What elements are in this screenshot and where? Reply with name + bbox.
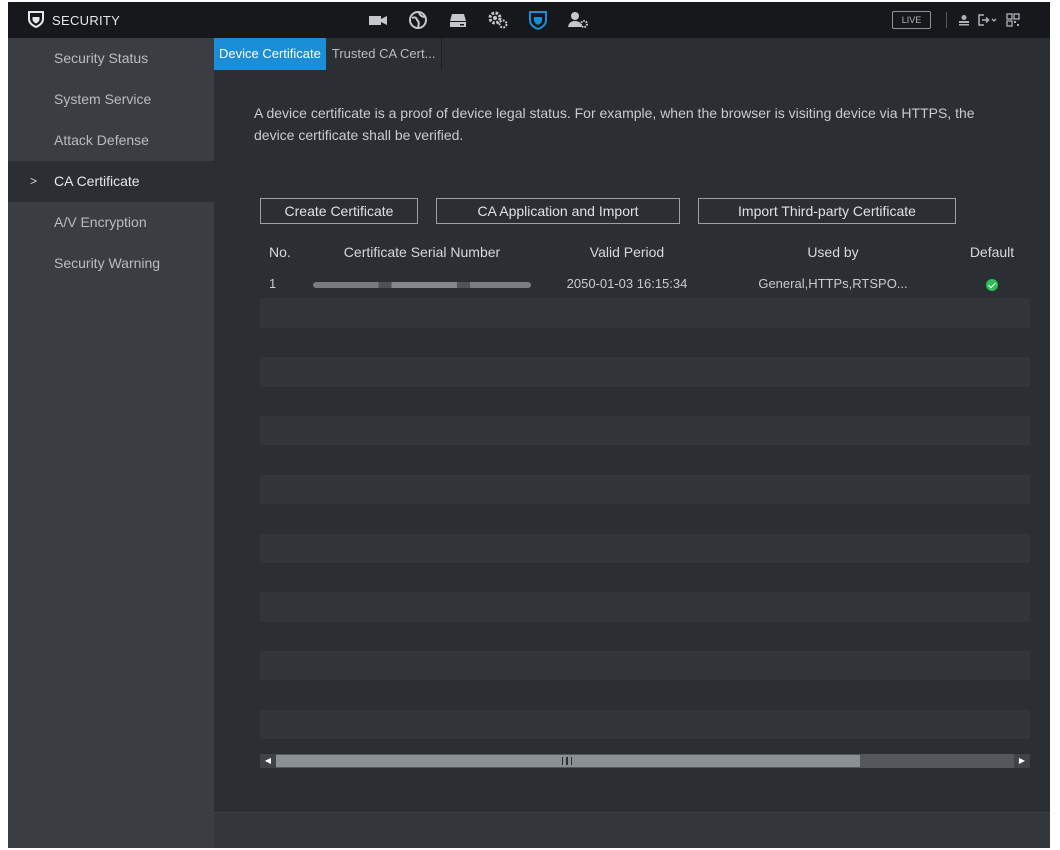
- description-text: A device certificate is a proof of devic…: [254, 105, 975, 143]
- tab-device-certificate[interactable]: Device Certificate: [214, 38, 326, 70]
- sidebar-item-security-warning[interactable]: Security Warning: [8, 243, 214, 284]
- default-check-icon: [986, 278, 998, 291]
- security-icon[interactable]: [518, 2, 558, 38]
- scroll-right-arrow-icon[interactable]: ▶: [1014, 754, 1030, 768]
- brand: SECURITY: [8, 2, 214, 38]
- column-header-valid-period: Valid Period: [589, 244, 665, 260]
- sidebar-item-label: CA Certificate: [54, 173, 140, 189]
- table-header: No. Certificate Serial Number Valid Peri…: [260, 235, 1030, 269]
- security-shield-icon: [28, 10, 44, 33]
- cell-no: 1: [269, 276, 277, 292]
- camera-icon[interactable]: [358, 2, 398, 38]
- cell-serial-masked: [302, 276, 542, 291]
- top-bar: SECURITY LIVE: [8, 2, 1050, 38]
- masked-serial-number: [313, 281, 531, 288]
- storage-icon[interactable]: [438, 2, 478, 38]
- sidebar-item-label: A/V Encryption: [54, 214, 147, 230]
- table-row-empty: [260, 357, 1030, 387]
- live-button[interactable]: LIVE: [892, 11, 931, 29]
- system-settings-icon[interactable]: [478, 2, 518, 38]
- footer-bar: [214, 812, 1050, 848]
- qr-code-icon[interactable]: [1006, 2, 1020, 38]
- system-icons: [958, 2, 1020, 38]
- divider: [946, 12, 947, 28]
- column-header-default: Default: [969, 244, 1015, 260]
- table-row-empty: [260, 474, 1030, 505]
- sidebar-item-av-encryption[interactable]: A/V Encryption: [8, 202, 214, 243]
- user-icon[interactable]: [958, 2, 970, 38]
- table-row-empty: [260, 386, 1030, 416]
- tab-trusted-ca-certificate[interactable]: Trusted CA Cert...: [325, 38, 443, 70]
- column-header-serial: Certificate Serial Number: [343, 244, 501, 260]
- page-title: SECURITY: [52, 12, 121, 28]
- table-row-empty: [260, 327, 1030, 358]
- app-window: SECURITY LIVE Security Status System Ser…: [8, 2, 1050, 848]
- table-row-empty: [260, 562, 1030, 593]
- logout-icon[interactable]: [978, 2, 998, 38]
- table-row-empty: [260, 504, 1030, 534]
- table-row-empty: [260, 592, 1030, 622]
- cell-used-by: General,HTTPs,RTSPO...: [758, 276, 908, 292]
- table-row-empty: [260, 533, 1030, 563]
- sidebar-item-security-status[interactable]: Security Status: [8, 38, 214, 79]
- cell-valid-period: 2050-01-03 16:15:34: [566, 276, 688, 292]
- action-buttons: Create Certificate CA Application and Im…: [260, 198, 956, 224]
- table-row-empty: [260, 415, 1030, 446]
- table-row-empty: [260, 651, 1030, 681]
- cell-default: [954, 276, 1030, 291]
- table-row-empty: [260, 680, 1030, 710]
- table-row-empty: [260, 709, 1030, 740]
- module-icons: [358, 2, 598, 38]
- scroll-left-arrow-icon[interactable]: ◀: [260, 754, 276, 768]
- column-header-no: No.: [269, 244, 291, 260]
- sidebar-item-label: Security Warning: [54, 255, 161, 271]
- import-third-party-certificate-button[interactable]: Import Third-party Certificate: [698, 198, 956, 224]
- scrollbar-thumb[interactable]: [276, 755, 860, 767]
- table-row-empty: [260, 621, 1030, 652]
- certificate-table: No. Certificate Serial Number Valid Peri…: [260, 235, 1030, 764]
- account-icon[interactable]: [558, 2, 598, 38]
- sidebar-item-ca-certificate[interactable]: > CA Certificate: [8, 161, 214, 202]
- network-icon[interactable]: [398, 2, 438, 38]
- create-certificate-button[interactable]: Create Certificate: [260, 198, 418, 224]
- sidebar-item-label: Attack Defense: [54, 132, 149, 148]
- table-row[interactable]: 1 2050-01-03 16:15:34 General,HTTPs,RTSP…: [260, 269, 1030, 299]
- tab-bar: Device Certificate Trusted CA Cert...: [214, 38, 443, 70]
- sidebar-item-label: System Service: [54, 91, 152, 107]
- table-row-empty: [260, 445, 1030, 475]
- table-row-empty: [260, 298, 1030, 328]
- sidebar-item-attack-defense[interactable]: Attack Defense: [8, 120, 214, 161]
- ca-application-import-button[interactable]: CA Application and Import: [436, 198, 680, 224]
- scroll-grip-icon: [562, 757, 572, 765]
- horizontal-scrollbar[interactable]: ◀ ▶: [260, 754, 1030, 768]
- chevron-right-icon: >: [30, 174, 38, 188]
- sidebar-item-label: Security Status: [54, 50, 149, 66]
- sidebar-item-system-service[interactable]: System Service: [8, 79, 214, 120]
- column-header-used-by: Used by: [807, 244, 859, 260]
- sidebar: Security Status System Service Attack De…: [8, 38, 214, 848]
